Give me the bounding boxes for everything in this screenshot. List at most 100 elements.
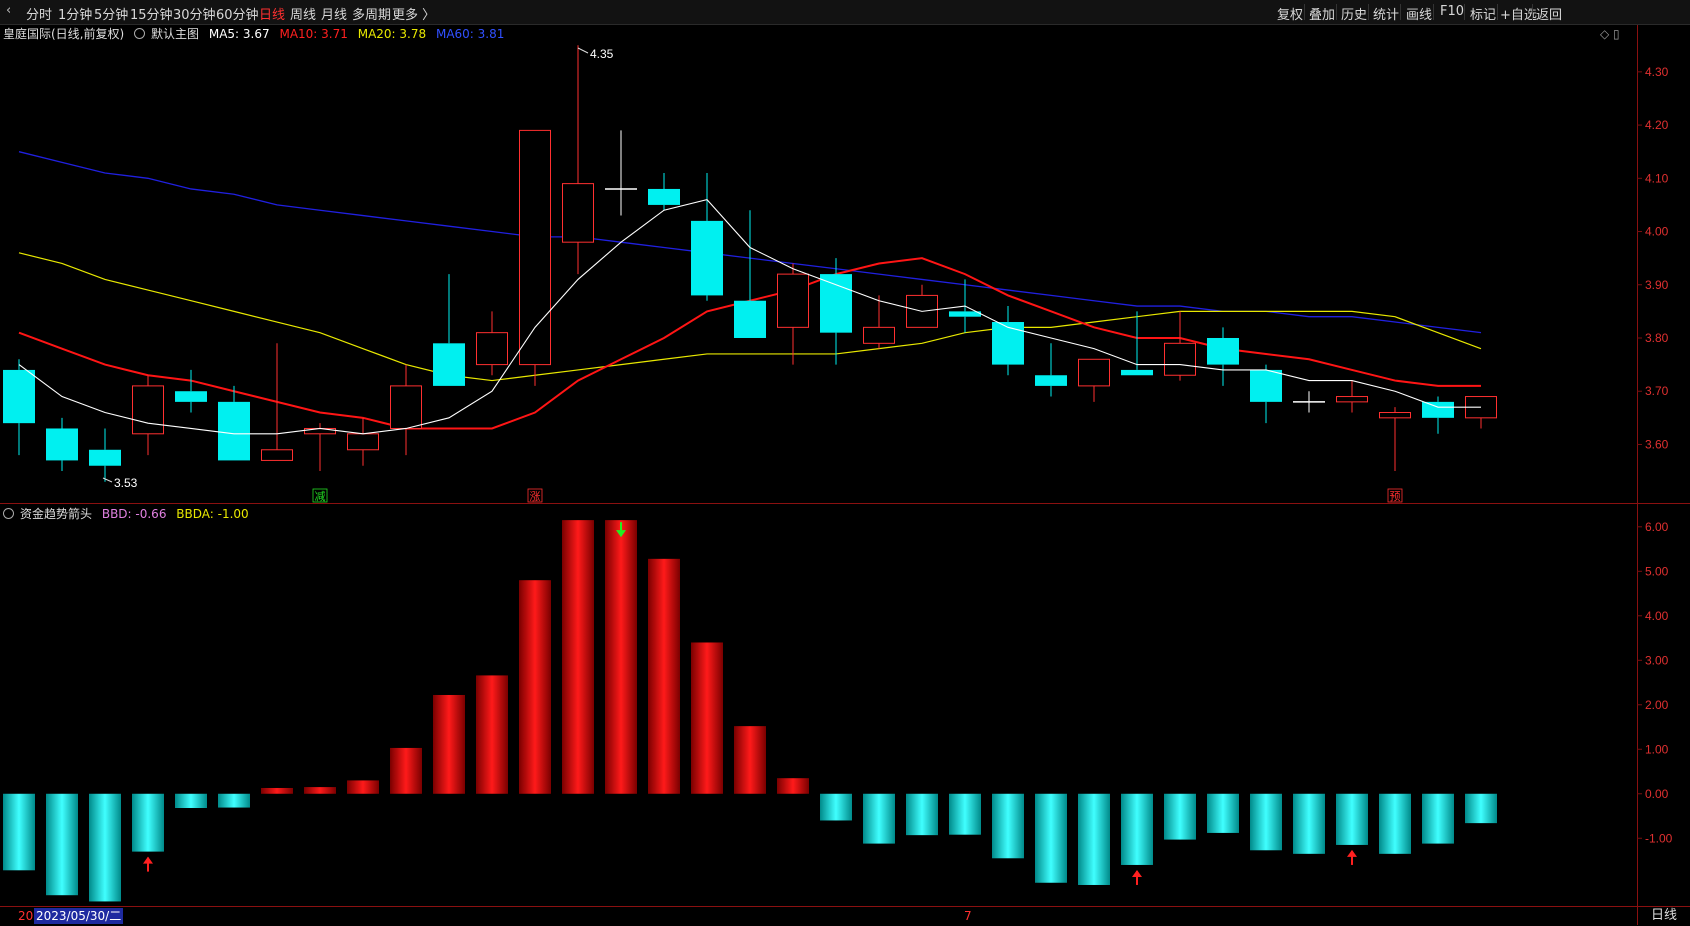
candle [1465, 396, 1497, 429]
candle [390, 364, 422, 456]
candle [1293, 391, 1325, 413]
bbd-bar [1293, 793, 1325, 854]
bbd-bar [691, 642, 723, 794]
candle [1207, 327, 1239, 386]
bbd-bar [562, 520, 594, 794]
bbd-bar [390, 747, 422, 794]
bbd-bar [347, 780, 379, 794]
candle [777, 263, 809, 365]
low-annotation: 3.53 [102, 476, 138, 490]
bbd-bar [734, 726, 766, 794]
bbd-tick-label: 2.00 [1645, 698, 1669, 712]
bbd-bar [1465, 793, 1497, 824]
candle-body [1207, 337, 1239, 365]
time-axis-tick: 7 [964, 909, 972, 923]
candle [519, 129, 551, 386]
candle [1336, 380, 1368, 413]
bbd-bar [1035, 793, 1067, 883]
time-axis-tick: 20 [18, 909, 34, 923]
bbd-bar [906, 793, 938, 836]
candle-body [1379, 412, 1411, 419]
candle [1035, 343, 1067, 397]
bbd-bar [261, 787, 293, 794]
candlesticks [3, 45, 1497, 482]
candle [1164, 311, 1196, 381]
candle [476, 311, 508, 376]
signal-label: 预 [1390, 490, 1401, 503]
price-tick-label: 3.60 [1645, 437, 1669, 451]
candle-body [261, 449, 293, 461]
candle [562, 45, 594, 275]
price-axis: 4.30 4.20 4.10 4.00 3.90 3.80 3.70 3.60 [1637, 65, 1669, 451]
signal-marker: 预 [1387, 488, 1403, 503]
bbd-bar [777, 778, 809, 794]
candle [605, 130, 637, 216]
high-annotation: 4.35 [577, 47, 614, 61]
candle-body [175, 391, 207, 402]
candle [3, 359, 35, 456]
bbd-bar [648, 558, 680, 794]
chart-canvas[interactable]: 4.30 4.20 4.10 4.00 3.90 3.80 3.70 3.60 6.00 5.0… [0, 0, 1690, 925]
bbd-bar [1379, 793, 1411, 854]
candle [734, 210, 766, 338]
signal-marker: 涨 [527, 488, 543, 503]
signal-marker: 减 [312, 488, 328, 503]
candle [691, 172, 723, 301]
arrow-up-icon [1132, 869, 1142, 885]
candle-body [863, 326, 895, 344]
bbd-tick-label: 0.00 [1645, 787, 1669, 801]
candle-body [347, 433, 379, 451]
candle [1078, 358, 1110, 402]
price-tick-label: 3.90 [1645, 278, 1669, 292]
bbd-tick-label: 5.00 [1645, 564, 1669, 578]
bbd-bars [3, 520, 1497, 902]
candle-body [3, 369, 35, 424]
price-tick-label: 4.30 [1645, 65, 1669, 79]
candle-body [648, 188, 680, 205]
candle-body [519, 129, 551, 366]
candle [46, 417, 78, 472]
cursor-date: 2023/05/30/二 [34, 908, 124, 924]
candle-body [1422, 401, 1454, 418]
time-axis-bar: 20 2023/05/30/二 7 日线 [0, 906, 1690, 926]
bbd-bar [46, 793, 78, 896]
bbd-bar [605, 520, 637, 794]
candle [992, 306, 1024, 376]
bbd-bar [433, 694, 465, 794]
candle [218, 385, 250, 461]
price-tick-label: 3.80 [1645, 331, 1669, 345]
candle-body [562, 183, 594, 243]
bbd-bar [863, 793, 895, 844]
bbd-bar [820, 793, 852, 821]
signal-label: 涨 [530, 490, 541, 503]
candle-body [1250, 369, 1282, 402]
candle [1422, 396, 1454, 434]
bbd-tick-label: 4.00 [1645, 609, 1669, 623]
candle-body [992, 322, 1024, 365]
candle-body [390, 385, 422, 429]
candle-body [132, 385, 164, 435]
high-label: 4.35 [590, 47, 614, 61]
bbd-bar [1164, 793, 1196, 840]
period-label-button[interactable]: 日线 [1637, 907, 1690, 925]
bbd-bar [1250, 793, 1282, 851]
bbd-bar [1336, 793, 1368, 845]
bbd-bar [949, 793, 981, 835]
bbd-bar [1078, 793, 1110, 885]
signal-label: 减 [315, 490, 326, 503]
candle [648, 172, 680, 211]
candle-body [820, 274, 852, 333]
signal-markers: 减涨预 [312, 488, 1403, 503]
bbd-tick-label: 1.00 [1645, 742, 1669, 756]
price-tick-label: 3.70 [1645, 384, 1669, 398]
bbd-bar [1422, 793, 1454, 844]
bbd-tick-label: 6.00 [1645, 520, 1669, 534]
price-tick-label: 4.20 [1645, 118, 1669, 132]
candle [89, 428, 121, 482]
candle-body [691, 220, 723, 296]
candle-body [1164, 342, 1196, 376]
candle [1121, 311, 1153, 376]
bbd-bar [1207, 793, 1239, 833]
arrow-up-icon [1347, 849, 1357, 865]
bbd-bar [3, 793, 35, 871]
